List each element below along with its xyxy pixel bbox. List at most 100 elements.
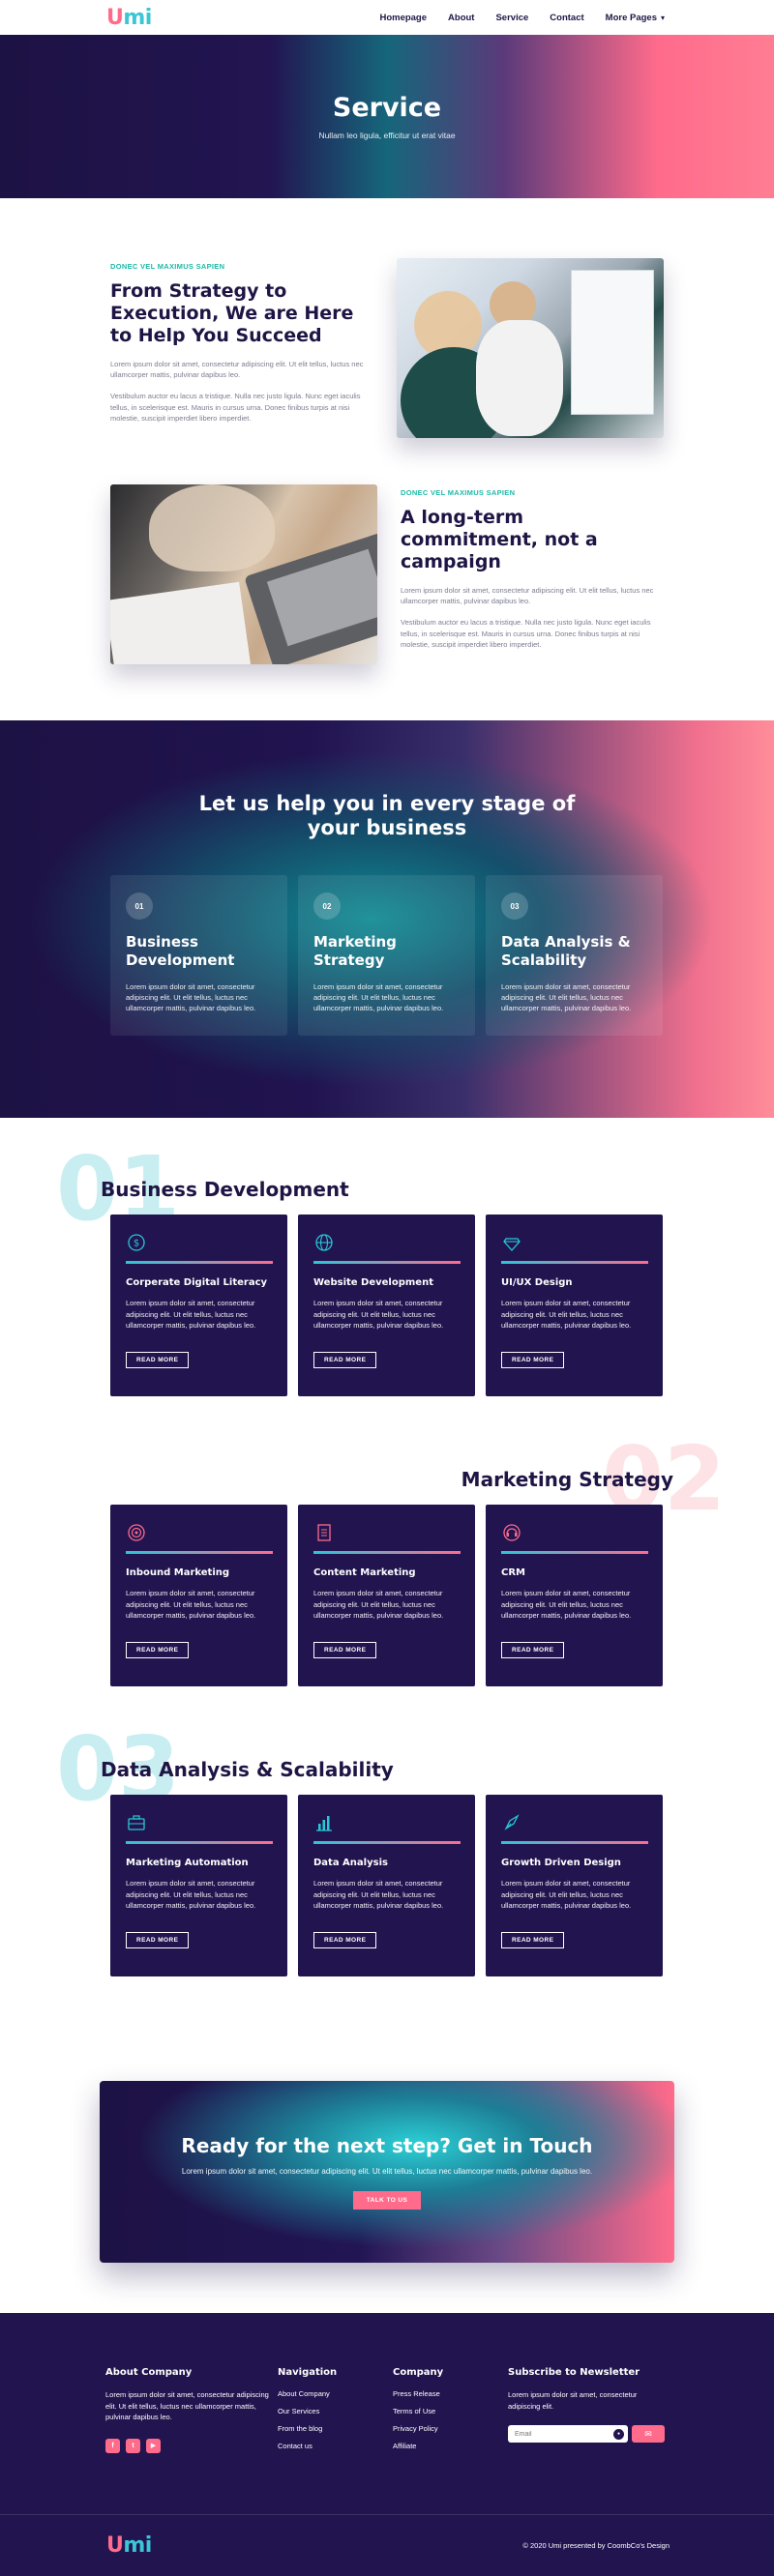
top-nav: Umi Homepage About Service Contact More … bbox=[0, 0, 774, 35]
hero-banner: Service Nullam leo ligula, efficitur ut … bbox=[0, 35, 774, 198]
nav-link-about[interactable]: About bbox=[448, 13, 474, 23]
stages-grid: 01 Business Development Lorem ipsum dolo… bbox=[110, 875, 664, 1037]
service-cards: Marketing Automation Lorem ipsum dolor s… bbox=[110, 1795, 664, 1976]
email-field-wrapper: ● bbox=[508, 2425, 628, 2444]
service-card: Inbound Marketing Lorem ipsum dolor sit … bbox=[110, 1505, 287, 1686]
card-text: Lorem ipsum dolor sit amet, consectetur … bbox=[126, 1589, 256, 1621]
service-cards: Inbound Marketing Lorem ipsum dolor sit … bbox=[110, 1505, 664, 1686]
read-more-button[interactable]: READ MORE bbox=[501, 1931, 565, 1948]
read-more-button[interactable]: READ MORE bbox=[126, 1641, 190, 1658]
nav-link-more-pages[interactable]: More Pages ▾ bbox=[606, 13, 665, 23]
card-title: Website Development bbox=[313, 1277, 433, 1288]
email-status-icon: ● bbox=[613, 2428, 624, 2440]
twitter-icon[interactable]: t bbox=[126, 2438, 140, 2453]
cta-section: Ready for the next step? Get in Touch Lo… bbox=[0, 2062, 774, 2313]
card-divider bbox=[313, 1261, 461, 1264]
read-more-button[interactable]: READ MORE bbox=[501, 1641, 565, 1658]
feature-paragraph: Vestibulum auctor eu lacus a tristique. … bbox=[401, 617, 651, 650]
footer-link[interactable]: Our Services bbox=[278, 2407, 393, 2415]
feature-row-1: DONEC VEL MAXIMUS SAPIEN From Strategy t… bbox=[110, 258, 664, 438]
briefcase-icon bbox=[126, 1812, 147, 1833]
footer-heading: About Company bbox=[105, 2367, 193, 2378]
feature-section: DONEC VEL MAXIMUS SAPIEN From Strategy t… bbox=[0, 198, 774, 720]
feature-eyebrow: DONEC VEL MAXIMUS SAPIEN bbox=[401, 488, 516, 498]
footer-logo[interactable]: Umi bbox=[106, 2533, 152, 2558]
card-text: Lorem ipsum dolor sit amet, consectetur … bbox=[126, 1299, 256, 1331]
service-card: $ Corperate Digital Literacy Lorem ipsum… bbox=[110, 1215, 287, 1396]
cta-title: Ready for the next step? Get in Touch bbox=[181, 2134, 593, 2157]
read-more-button[interactable]: READ MORE bbox=[126, 1351, 190, 1368]
footer-link-list: About Company Our Services From the blog… bbox=[278, 2389, 393, 2450]
footer-newsletter: Subscribe to Newsletter Lorem ipsum dolo… bbox=[508, 2367, 669, 2459]
card-title: Corperate Digital Literacy bbox=[126, 1277, 268, 1288]
footer-navigation: Navigation About Company Our Services Fr… bbox=[278, 2367, 393, 2459]
nav-link-contact[interactable]: Contact bbox=[550, 13, 583, 23]
feature-row-2: DONEC VEL MAXIMUS SAPIEN A long-term com… bbox=[110, 484, 664, 664]
read-more-button[interactable]: READ MORE bbox=[313, 1351, 377, 1368]
document-icon bbox=[313, 1522, 335, 1543]
support-icon bbox=[501, 1522, 522, 1543]
read-more-button[interactable]: READ MORE bbox=[126, 1931, 190, 1948]
footer-columns: About Company Lorem ipsum dolor sit amet… bbox=[105, 2367, 669, 2459]
service-group-business-development: 01 Business Development $ Corperate Digi… bbox=[56, 1145, 668, 1396]
service-cards: $ Corperate Digital Literacy Lorem ipsum… bbox=[110, 1215, 664, 1396]
card-text: Lorem ipsum dolor sit amet, consectetur … bbox=[313, 1589, 444, 1621]
card-title: Content Marketing bbox=[313, 1567, 416, 1578]
card-text: Lorem ipsum dolor sit amet, consectetur … bbox=[126, 1879, 256, 1911]
card-title: Marketing Automation bbox=[126, 1858, 249, 1868]
nav-link-homepage[interactable]: Homepage bbox=[379, 13, 427, 23]
card-title: UI/UX Design bbox=[501, 1277, 573, 1288]
email-field[interactable] bbox=[515, 2430, 602, 2438]
subscribe-button[interactable]: ✉ bbox=[632, 2425, 665, 2444]
read-more-button[interactable]: READ MORE bbox=[501, 1351, 565, 1368]
footer-link[interactable]: Terms of Use bbox=[393, 2407, 508, 2415]
footer-link[interactable]: From the blog bbox=[278, 2424, 393, 2433]
nav-link-more-pages-label: More Pages bbox=[605, 12, 657, 23]
footer-link[interactable]: About Company bbox=[278, 2389, 393, 2398]
newsletter-text: Lorem ipsum dolor sit amet, consectetur … bbox=[508, 2390, 638, 2411]
bar-chart-icon bbox=[313, 1812, 335, 1833]
stage-number: 01 bbox=[126, 893, 153, 921]
card-title: Growth Driven Design bbox=[501, 1858, 621, 1868]
globe-icon bbox=[313, 1232, 335, 1253]
card-title: Inbound Marketing bbox=[126, 1567, 230, 1578]
footer-link[interactable]: Press Release bbox=[393, 2389, 508, 2398]
footer-link[interactable]: Privacy Policy bbox=[393, 2424, 508, 2433]
card-divider bbox=[501, 1261, 648, 1264]
stage-number: 03 bbox=[501, 893, 528, 921]
card-title: CRM bbox=[501, 1567, 525, 1578]
read-more-button[interactable]: READ MORE bbox=[313, 1641, 377, 1658]
footer-heading: Subscribe to Newsletter bbox=[508, 2367, 640, 2378]
team-presentation-photo bbox=[397, 258, 664, 438]
talk-to-us-button[interactable]: TALK TO US bbox=[352, 2191, 422, 2210]
feature-title: A long-term commitment, not a campaign bbox=[401, 507, 598, 572]
logo[interactable]: Umi bbox=[106, 6, 152, 30]
stage-title: Marketing Strategy bbox=[313, 933, 397, 970]
youtube-icon[interactable]: ▶ bbox=[146, 2438, 161, 2453]
chevron-down-icon: ▾ bbox=[660, 13, 665, 22]
card-divider bbox=[126, 1551, 273, 1554]
card-divider bbox=[313, 1841, 461, 1844]
read-more-button[interactable]: READ MORE bbox=[313, 1931, 377, 1948]
stage-number: 02 bbox=[313, 893, 341, 921]
stages-title: Let us help you in every stage of your b… bbox=[198, 792, 576, 840]
copyright-text: © 2020 Umi presented by CoombCo's Design bbox=[522, 2541, 670, 2550]
footer-link[interactable]: Affiliate bbox=[393, 2442, 508, 2450]
footer-link[interactable]: Contact us bbox=[278, 2442, 393, 2450]
footer-bottom: Umi © 2020 Umi presented by CoombCo's De… bbox=[0, 2514, 774, 2576]
card-text: Lorem ipsum dolor sit amet, consectetur … bbox=[501, 1589, 632, 1621]
feature-eyebrow: DONEC VEL MAXIMUS SAPIEN bbox=[110, 262, 225, 272]
facebook-icon[interactable]: f bbox=[105, 2438, 120, 2453]
stage-title: Business Development bbox=[126, 933, 235, 970]
group-header: 02 Marketing Strategy bbox=[106, 1435, 726, 1524]
newsletter-form: ● ✉ bbox=[508, 2425, 669, 2444]
feature-paragraph: Lorem ipsum dolor sit amet, consectetur … bbox=[110, 359, 364, 380]
group-title: Business Development bbox=[101, 1178, 349, 1201]
service-group-marketing-strategy: 02 Marketing Strategy Inbound Marketing … bbox=[106, 1435, 726, 1686]
nav-link-service[interactable]: Service bbox=[495, 13, 528, 23]
money-icon: $ bbox=[126, 1232, 147, 1253]
footer-heading: Navigation bbox=[278, 2367, 338, 2378]
stage-text: Lorem ipsum dolor sit amet, consectetur … bbox=[126, 981, 256, 1013]
feature-paragraph: Lorem ipsum dolor sit amet, consectetur … bbox=[401, 585, 654, 606]
card-divider bbox=[501, 1551, 648, 1554]
